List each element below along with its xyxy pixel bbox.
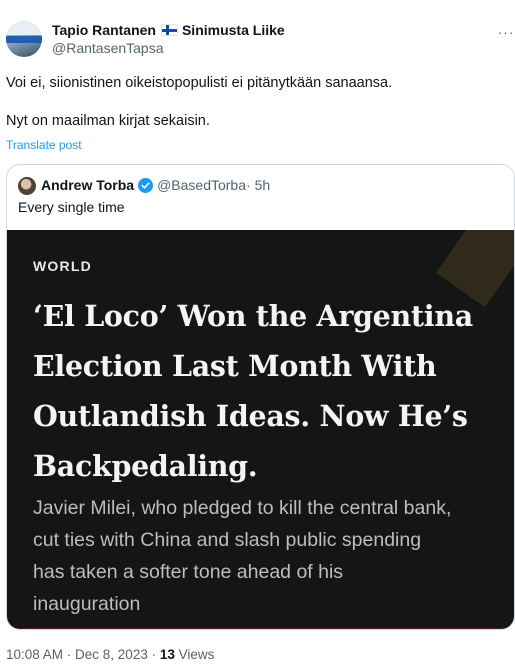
tweet-text-line: Voi ei, siionistinen oikeistopopulisti e… bbox=[6, 75, 393, 91]
quoted-post-time: · 5h bbox=[246, 177, 271, 193]
post-timestamp[interactable]: 10:08 AM · Dec 8, 2023 · bbox=[6, 647, 160, 662]
post-meta: 10:08 AM · Dec 8, 2023 · 13 Views bbox=[6, 647, 214, 662]
quoted-author-name: Andrew Torba bbox=[41, 177, 135, 193]
article-dek: Javier Milei, who pledged to kill the ce… bbox=[33, 492, 503, 620]
headline-line: Election Last Month With bbox=[33, 349, 437, 383]
more-horizontal-icon: ··· bbox=[497, 24, 515, 40]
headline-line: ‘El Loco’ Won the Argentina bbox=[33, 299, 473, 333]
author-name[interactable]: Tapio Rantanen Sinimusta Liike bbox=[52, 22, 285, 38]
dek-line: inauguration bbox=[33, 593, 141, 615]
more-options-button[interactable]: ··· bbox=[496, 22, 515, 42]
quoted-tweet-card[interactable]: Andrew Torba @BasedTorba · 5h Every sing… bbox=[6, 164, 515, 630]
media-bottom-strip bbox=[7, 628, 514, 629]
article-headline: ‘El Loco’ Won the Argentina Election Las… bbox=[33, 291, 503, 491]
quoted-author-avatar[interactable] bbox=[18, 177, 36, 195]
quoted-author-line: Andrew Torba @BasedTorba · 5h bbox=[41, 177, 270, 193]
quoted-tweet-text: Every single time bbox=[18, 199, 125, 215]
tweet-text-line: Nyt on maailman kirjat sekaisin. bbox=[6, 113, 210, 129]
article-section-label: WORLD bbox=[33, 258, 92, 274]
tweet-text: Voi ei, siionistinen oikeistopopulisti e… bbox=[6, 74, 506, 131]
quoted-media-image[interactable]: WORLD ‘El Loco’ Won the Argentina Electi… bbox=[7, 230, 514, 629]
author-name-text: Tapio Rantanen bbox=[52, 22, 156, 38]
headline-line: Backpedaling. bbox=[33, 449, 258, 483]
dek-line: cut ties with China and slash public spe… bbox=[33, 529, 422, 551]
quoted-author-handle: @BasedTorba bbox=[157, 177, 247, 193]
dek-line: has taken a softer tone ahead of his bbox=[33, 561, 344, 583]
dek-line: Javier Milei, who pledged to kill the ce… bbox=[33, 497, 452, 519]
avatar-flag-band bbox=[6, 36, 42, 43]
author-name-suffix: Sinimusta Liike bbox=[181, 22, 285, 38]
author-avatar[interactable] bbox=[6, 21, 42, 57]
verified-badge-icon bbox=[138, 177, 154, 193]
translate-post-link[interactable]: Translate post bbox=[6, 138, 82, 152]
headline-line: Outlandish Ideas. Now He’s bbox=[33, 399, 468, 433]
finland-flag-icon bbox=[160, 24, 178, 36]
author-handle[interactable]: @RantasenTapsa bbox=[52, 40, 164, 56]
views-label: Views bbox=[174, 647, 215, 662]
avatar-sky bbox=[6, 21, 42, 35]
views-count: 13 bbox=[159, 647, 175, 662]
